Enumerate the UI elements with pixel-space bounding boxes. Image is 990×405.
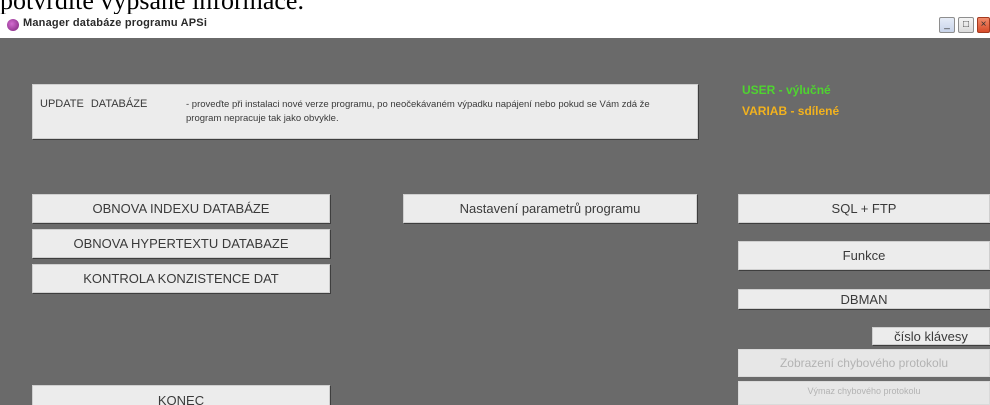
update-title: UPDATE DATABÁZE xyxy=(40,98,148,110)
obnova-indexu-button[interactable]: OBNOVA INDEXU DATABÁZE xyxy=(32,194,330,223)
obnova-hypertextu-button[interactable]: OBNOVA HYPERTEXTU DATABAZE xyxy=(32,229,330,258)
konec-button[interactable]: KONEC xyxy=(32,385,330,405)
legend-variab: VARIAB - sdílené xyxy=(742,104,840,118)
dbman-button[interactable]: DBMAN xyxy=(738,289,990,309)
kontrola-konzistence-button[interactable]: KONTROLA KONZISTENCE DAT xyxy=(32,264,330,293)
app-window: Manager databáze programu APSi _ □ × UPD… xyxy=(0,14,990,405)
cislo-klavesy-button[interactable]: číslo klávesy xyxy=(872,327,990,345)
title-bar: Manager databáze programu APSi _ □ × xyxy=(0,14,990,38)
close-button[interactable]: × xyxy=(977,17,990,33)
window-title: Manager databáze programu APSi xyxy=(23,17,208,29)
app-icon xyxy=(7,19,19,31)
vymaz-protokolu-button[interactable]: Výmaz chybového protokolu xyxy=(738,381,990,405)
sql-ftp-button[interactable]: SQL + FTP xyxy=(738,194,990,223)
minimize-button[interactable]: _ xyxy=(939,17,955,33)
nastaveni-parametru-button[interactable]: Nastavení parametrů programu xyxy=(403,194,697,223)
zobrazeni-protokolu-button[interactable]: Zobrazení chybového protokolu xyxy=(738,349,990,377)
funkce-button[interactable]: Funkce xyxy=(738,241,990,270)
legend-user: USER - výlučné xyxy=(742,83,831,97)
update-database-button[interactable]: UPDATE DATABÁZE - proveďte při instalaci… xyxy=(32,84,698,139)
maximize-button[interactable]: □ xyxy=(958,17,974,33)
update-description: - proveďte při instalaci nové verze prog… xyxy=(186,99,650,124)
